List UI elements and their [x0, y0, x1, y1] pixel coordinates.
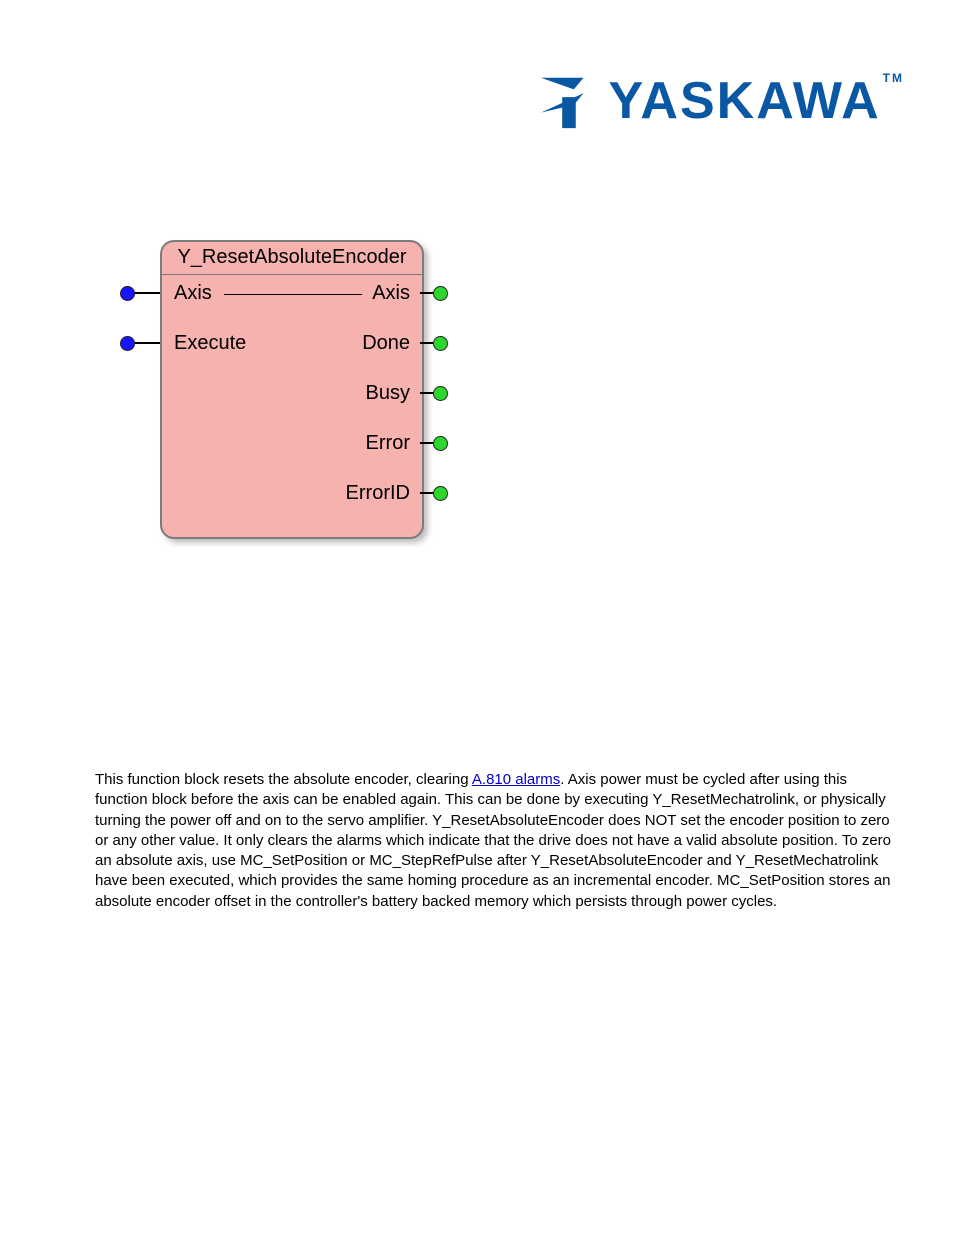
description-paragraph: This function block resets the absolute … [95, 770, 894, 912]
output-pin-busy-icon [433, 386, 448, 401]
input-pin-execute-icon [120, 336, 135, 351]
function-block-body: Y_ResetAbsoluteEncoder Axis Execute Axis… [160, 240, 424, 539]
yaskawa-mark-icon [537, 70, 599, 132]
output-port-done: Done [362, 332, 410, 355]
output-port-busy: Busy [366, 382, 410, 405]
input-port-execute: Execute [174, 332, 246, 355]
output-pin-error-icon [433, 436, 448, 451]
output-pin-axis-icon [433, 286, 448, 301]
logo-text: YASKAWATM [609, 71, 904, 131]
output-port-errorid: ErrorID [346, 482, 410, 505]
function-block-title: Y_ResetAbsoluteEncoder [162, 246, 422, 269]
input-pin-axis-icon [120, 286, 135, 301]
a810-alarms-link[interactable]: A.810 alarms [472, 771, 560, 788]
output-port-error: Error [366, 432, 410, 455]
input-port-axis: Axis [174, 282, 212, 305]
output-port-axis: Axis [372, 282, 410, 305]
output-pin-errorid-icon [433, 486, 448, 501]
brand-logo: YASKAWATM [537, 70, 904, 132]
output-pin-done-icon [433, 336, 448, 351]
function-block-diagram: Y_ResetAbsoluteEncoder Axis Execute Axis… [120, 240, 440, 550]
